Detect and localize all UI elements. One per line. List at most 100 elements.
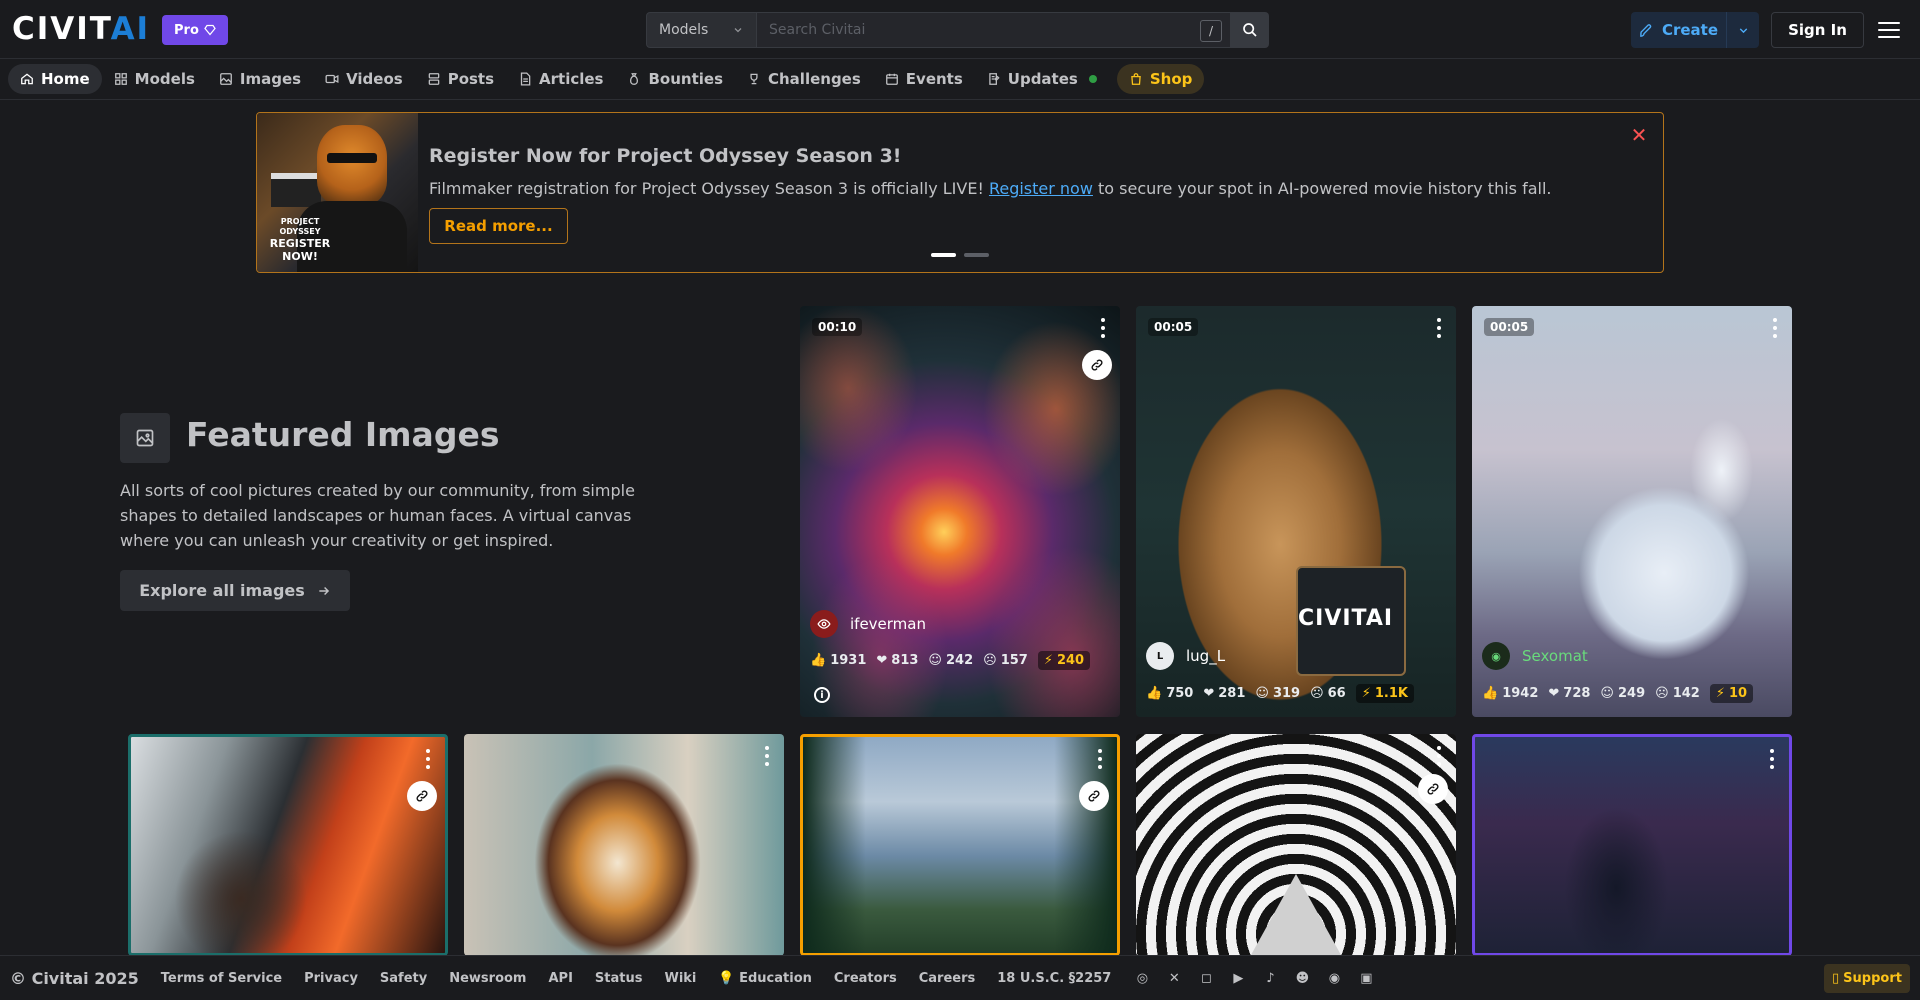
remix-link-icon[interactable]	[1082, 350, 1112, 380]
heart-reaction[interactable]: ❤ 728	[1548, 686, 1590, 701]
instagram-icon[interactable]: ◻	[1197, 969, 1215, 987]
avatar	[810, 610, 838, 638]
more-options-icon[interactable]	[1436, 746, 1442, 766]
remix-link-icon[interactable]	[1079, 781, 1109, 811]
more-options-icon[interactable]	[1769, 749, 1775, 769]
buzz-tip[interactable]: ⚡ 1.1K	[1355, 684, 1414, 703]
image-card[interactable]	[464, 734, 784, 956]
logo-accent: AI	[110, 11, 151, 47]
footer-link-wiki[interactable]: Wiki	[664, 971, 696, 986]
nav-updates[interactable]: Updates	[975, 64, 1109, 94]
nav-articles[interactable]: Articles	[506, 64, 615, 94]
more-options-icon[interactable]	[425, 749, 431, 769]
register-now-link[interactable]: Register now	[989, 179, 1093, 198]
footer-link-terms[interactable]: Terms of Service	[161, 971, 282, 986]
tiktok-icon[interactable]: ♪	[1261, 969, 1279, 987]
search-shortcut-key: /	[1200, 20, 1222, 42]
pro-button[interactable]: Pro	[162, 15, 228, 45]
image-card[interactable]	[800, 734, 1120, 956]
username: lug_L	[1186, 647, 1226, 665]
image-card[interactable]	[1136, 734, 1456, 956]
footer-link-safety[interactable]: Safety	[380, 971, 427, 986]
heart-icon: ❤	[876, 653, 888, 668]
search-input[interactable]	[769, 22, 1218, 38]
logo-text: CIVIT	[12, 11, 111, 47]
more-options-icon[interactable]	[1097, 749, 1103, 769]
sign-in-button[interactable]: Sign In	[1771, 12, 1864, 48]
nav-label: Shop	[1149, 70, 1193, 88]
support-button[interactable]: ▯ Support	[1824, 964, 1910, 993]
pro-label: Pro	[174, 22, 199, 38]
nav-challenges[interactable]: Challenges	[735, 64, 873, 94]
like-reaction[interactable]: 👍 750	[1146, 686, 1193, 701]
card-user[interactable]: ifeverman	[810, 610, 926, 638]
cry-reaction[interactable]: ☹ 66	[1310, 686, 1346, 701]
carousel-dot[interactable]	[964, 253, 989, 257]
like-reaction[interactable]: 👍 1931	[810, 653, 866, 668]
nav-posts[interactable]: Posts	[415, 64, 506, 94]
bolt-icon: ⚡	[1361, 686, 1371, 701]
cry-icon: ☹	[983, 653, 997, 668]
civitai-logo[interactable]: CIVITAI	[12, 11, 151, 47]
more-options-icon[interactable]	[1436, 318, 1442, 338]
more-options-icon[interactable]	[764, 746, 770, 766]
nav-shop[interactable]: Shop	[1116, 64, 1205, 94]
image-card[interactable]: CIVITAI 00:05 L lug_L 👍 750 ❤ 281 ☺ 319 ☹ 66…	[1136, 306, 1456, 717]
nav-videos[interactable]: Videos	[313, 64, 415, 94]
buzz-tip[interactable]: ⚡ 240	[1037, 651, 1091, 670]
cry-reaction[interactable]: ☹ 142	[1655, 686, 1700, 701]
twitch-icon[interactable]: ▣	[1357, 969, 1375, 987]
footer-link-education[interactable]: 💡 Education	[718, 971, 812, 986]
search-category-value: Models	[659, 22, 709, 38]
more-options-icon[interactable]	[1100, 318, 1106, 338]
card-user[interactable]: ◉ Sexomat	[1482, 642, 1588, 670]
footer-link-2257[interactable]: 18 U.S.C. §2257	[997, 971, 1111, 986]
discord-icon[interactable]: ◎	[1133, 969, 1151, 987]
carousel-dot[interactable]	[931, 253, 956, 257]
search-category-select[interactable]: Models	[646, 12, 757, 48]
image-card[interactable]: 00:10 ifeverman 👍 1931 ❤ 813 ☺ 242 ☹ 157 ⚡ 24…	[800, 306, 1120, 717]
like-reaction[interactable]: 👍 1942	[1482, 686, 1538, 701]
footer-link-status[interactable]: Status	[595, 971, 643, 986]
buzz-tip[interactable]: ⚡ 10	[1709, 684, 1754, 703]
image-card[interactable]: 00:05 ◉ Sexomat 👍 1942 ❤ 728 ☺ 249 ☹ 142 ⚡ 10	[1472, 306, 1792, 717]
create-dropdown-toggle[interactable]	[1727, 24, 1759, 37]
footer-link-api[interactable]: API	[548, 971, 572, 986]
explore-all-images-button[interactable]: Explore all images	[120, 570, 350, 611]
nav-home[interactable]: Home	[8, 64, 102, 94]
laugh-reaction[interactable]: ☺ 242	[928, 653, 973, 668]
image-card[interactable]	[1472, 734, 1792, 956]
reddit-icon[interactable]: ☻	[1293, 969, 1311, 987]
nav-label: Challenges	[768, 70, 861, 88]
trophy-icon	[750, 73, 758, 85]
footer-link-creators[interactable]: Creators	[834, 971, 897, 986]
create-button[interactable]: Create	[1631, 12, 1759, 48]
hamburger-menu-icon[interactable]	[1878, 19, 1900, 41]
close-icon[interactable]: ✕	[1629, 123, 1649, 147]
laugh-reaction[interactable]: ☺ 249	[1600, 686, 1645, 701]
nav-images[interactable]: Images	[207, 64, 313, 94]
search-button[interactable]	[1231, 12, 1269, 48]
nav-events[interactable]: Events	[873, 64, 975, 94]
footer-link-careers[interactable]: Careers	[919, 971, 976, 986]
read-more-button[interactable]: Read more...	[429, 208, 568, 244]
more-options-icon[interactable]	[1772, 318, 1778, 338]
info-icon[interactable]: i	[814, 687, 830, 703]
footer-link-newsroom[interactable]: Newsroom	[449, 971, 526, 986]
heart-reaction[interactable]: ❤ 813	[876, 653, 918, 668]
chevron-down-icon	[734, 28, 742, 33]
github-icon[interactable]: ◉	[1325, 969, 1343, 987]
youtube-icon[interactable]: ▶	[1229, 969, 1247, 987]
remix-link-icon[interactable]	[1418, 774, 1448, 804]
remix-link-icon[interactable]	[407, 781, 437, 811]
heart-reaction[interactable]: ❤ 281	[1203, 686, 1245, 701]
x-twitter-icon[interactable]: ✕	[1165, 969, 1183, 987]
laugh-reaction[interactable]: ☺ 319	[1255, 686, 1300, 701]
nav-label: Articles	[539, 70, 604, 88]
cry-reaction[interactable]: ☹ 157	[983, 653, 1028, 668]
image-card[interactable]	[128, 734, 448, 956]
card-user[interactable]: L lug_L	[1146, 642, 1225, 670]
nav-bounties[interactable]: Bounties	[615, 64, 735, 94]
footer-link-privacy[interactable]: Privacy	[304, 971, 358, 986]
nav-models[interactable]: Models	[102, 64, 207, 94]
